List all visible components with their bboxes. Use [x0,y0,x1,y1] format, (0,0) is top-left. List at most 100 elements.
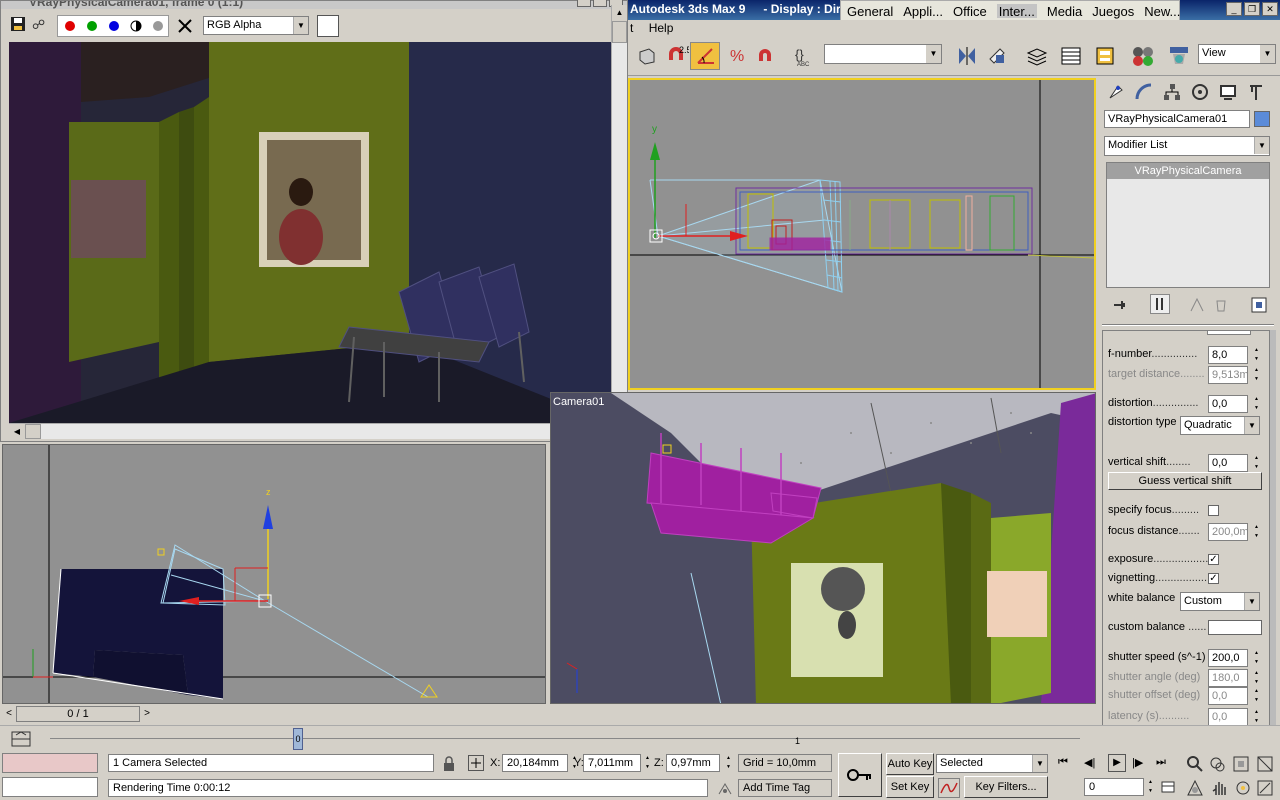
distortion-type-dropdown[interactable]: Quadratic ▼ [1180,416,1260,435]
blue-channel-icon[interactable] [105,17,125,37]
layers-icon[interactable] [1022,42,1052,70]
add-time-tag[interactable]: Add Time Tag [738,779,832,797]
y-coordinate-field[interactable]: 7,011mm [583,754,641,772]
time-slider[interactable]: 0 / 1 [16,706,140,722]
vignetting-checkbox[interactable]: ✓ [1208,573,1219,584]
time-config-icon[interactable] [1160,779,1176,798]
shutter-speed-spinner[interactable]: ▲ ▼ [1252,649,1261,667]
next-frame-icon[interactable]: |▶ [1132,756,1143,769]
white-balance-dropdown[interactable]: Custom ▼ [1180,592,1260,611]
magnet-snap-icon[interactable]: 2.5 [662,42,692,70]
lock-selection-icon[interactable] [442,756,456,775]
save-image-icon[interactable] [9,15,29,35]
render-scene-icon[interactable] [1164,42,1194,70]
menu-help[interactable]: Help [649,21,674,35]
clone-window-icon[interactable]: ☍ [31,15,51,35]
modifier-stack[interactable]: VRayPhysicalCamera [1106,162,1270,288]
go-to-end-icon[interactable]: ⏭ [1156,756,1166,769]
exposure-checkbox[interactable]: ✓ [1208,554,1219,565]
zoom-extents-icon[interactable] [1232,755,1250,776]
time-tag-icon[interactable] [716,781,734,800]
object-name-field[interactable]: VRayPhysicalCamera01 [1104,110,1250,128]
specify-focus-checkbox[interactable] [1208,505,1219,516]
percent-snap-icon[interactable]: % [720,42,750,70]
pin-stack-icon[interactable] [1110,296,1130,316]
menu-office[interactable]: Office [953,4,987,19]
show-end-result-icon[interactable] [1150,294,1170,314]
close-button[interactable]: ✕ [1262,2,1278,16]
menu-new[interactable]: New... [1144,4,1180,19]
camera-viewport-label[interactable]: Camera01 [553,396,604,408]
maxscript-listener-pink[interactable] [2,753,98,773]
menu-media[interactable]: Media [1047,4,1082,19]
motion-tab-icon[interactable] [1190,82,1210,102]
zoom-extents-all-icon[interactable] [1256,755,1274,776]
menu-appli[interactable]: Appli... [903,4,943,19]
zoom-all-icon[interactable] [1208,755,1226,776]
maxscript-listener-white[interactable] [2,777,98,797]
vertical-shift-spinner[interactable]: ▲ ▼ [1252,454,1261,472]
vfb-minimize-button[interactable] [577,0,591,7]
set-key-button[interactable]: Set Key [886,776,934,798]
vertical-shift-field[interactable]: 0,0 [1208,454,1248,472]
clear-image-icon[interactable] [175,16,195,36]
time-marker[interactable]: 0 [293,728,303,750]
render-type-dropdown[interactable]: View ▼ [1198,44,1276,64]
alpha-channel-icon[interactable] [127,17,147,37]
y-spinner[interactable]: ▲ ▼ [643,754,652,772]
current-frame-field[interactable]: 0 [1084,778,1144,796]
field-of-view-icon[interactable] [1186,779,1204,800]
menu-inter[interactable]: Inter... [996,4,1037,19]
guess-vertical-shift-button[interactable]: Guess vertical shift [1108,472,1262,490]
pan-icon[interactable] [1210,779,1228,800]
orbit-icon[interactable] [1234,779,1252,800]
modifier-list-dropdown[interactable]: Modifier List ▼ [1104,136,1270,156]
remove-modifier-icon[interactable] [1212,296,1232,316]
focus-distance-field[interactable]: 200,0m [1208,523,1248,541]
curve-editor-icon[interactable] [1056,42,1086,70]
restore-button[interactable]: ❐ [1244,2,1260,16]
shutter-offset-spinner[interactable]: ▲ ▼ [1252,687,1261,705]
shutter-offset-field[interactable]: 0,0 [1208,687,1248,705]
distortion-spinner[interactable]: ▲ ▼ [1252,395,1261,413]
utilities-tab-icon[interactable] [1246,82,1266,102]
maximize-viewport-icon[interactable] [1256,779,1274,800]
target-distance-spinner[interactable]: ▲ ▼ [1252,366,1261,384]
vfb-vertical-scrollbar[interactable]: ▲ ▼ [611,5,627,425]
z-spinner[interactable]: ▲ ▼ [724,754,733,772]
z-coordinate-field[interactable]: 0,97mm [666,754,720,772]
align-icon[interactable] [982,42,1012,70]
time-slider-next[interactable]: > [140,706,154,722]
mirror-icon[interactable] [952,42,982,70]
key-filters-button[interactable]: Key Filters... [964,776,1048,798]
vfb-maximize-button[interactable] [593,0,607,7]
auto-key-button[interactable]: Auto Key [886,753,934,775]
display-tab-icon[interactable] [1218,82,1238,102]
color-swatch[interactable] [317,15,339,37]
absolute-mode-icon[interactable] [468,755,484,771]
named-selection-dropdown[interactable]: ▼ [824,44,942,64]
viewport-bottom-left[interactable]: z [2,444,546,704]
x-coordinate-field[interactable]: 20,184mm [502,754,568,772]
mini-curve-editor-icon[interactable] [10,730,32,751]
play-icon[interactable]: ▶ [1108,754,1126,772]
minimize-button[interactable]: _ [1226,2,1242,16]
shutter-speed-field[interactable]: 200,0 [1208,649,1248,667]
red-channel-icon[interactable] [61,17,81,37]
viewport-top-right[interactable]: y [628,78,1096,390]
angle-snap-icon[interactable] [690,42,720,70]
material-editor-icon[interactable] [1128,42,1158,70]
current-frame-spinner[interactable]: ▲ ▼ [1146,778,1155,796]
spinner-snap-icon[interactable] [750,42,780,70]
focus-distance-spinner[interactable]: ▲ ▼ [1252,523,1261,541]
distortion-field[interactable]: 0,0 [1208,395,1248,413]
previous-frame-icon[interactable]: ◀| [1084,756,1095,769]
configure-sets-icon[interactable] [1250,296,1270,316]
create-tab-icon[interactable] [1106,82,1126,102]
latency-spinner[interactable]: ▲ ▼ [1252,708,1261,726]
channel-dropdown[interactable]: RGB Alpha ▼ [203,16,309,35]
menu-general[interactable]: General [847,4,893,19]
track-bar[interactable]: 0 1 [0,725,1280,751]
default-tangent-icon[interactable] [938,778,960,798]
set-key-mode-button[interactable] [838,753,882,797]
